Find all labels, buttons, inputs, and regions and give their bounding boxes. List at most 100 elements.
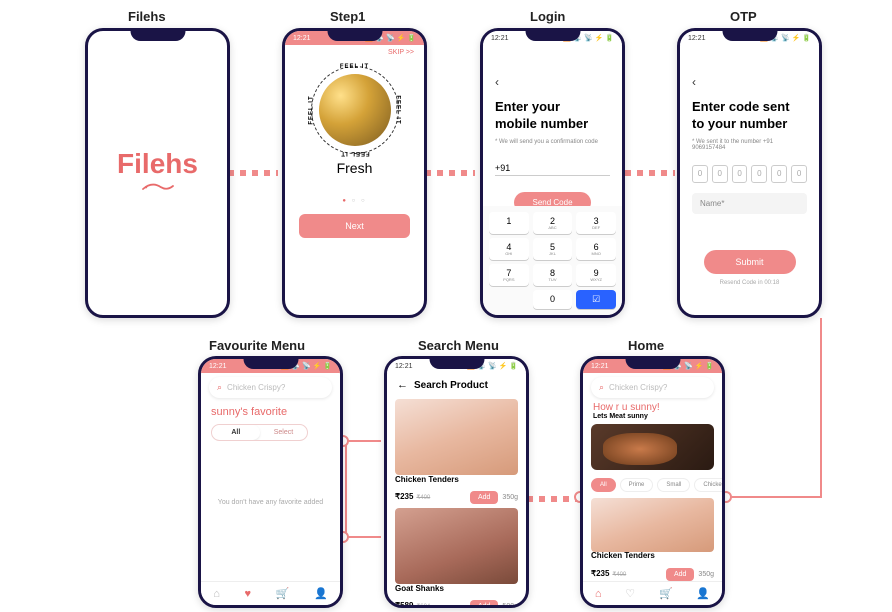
product-name: Chicken Tenders — [591, 552, 714, 561]
sub-greeting: Lets Meat sunny — [583, 413, 722, 420]
empty-state-text: You don't have any favorite added — [201, 499, 340, 506]
phone-input[interactable]: +91 — [495, 157, 610, 176]
back-icon[interactable]: ‹ — [495, 75, 610, 89]
connector — [625, 170, 675, 176]
search-title: Search Product — [414, 380, 488, 391]
login-hint: * We will send you a confirmation code — [495, 139, 610, 145]
screen-filehs: Filehs — [85, 28, 230, 318]
key-5[interactable]: 5JKL — [533, 238, 573, 260]
screen-search-menu: 12:21📶 📡 📡 ⚡ 🔋 ← Search Product Chicken … — [384, 356, 529, 608]
connector — [527, 496, 577, 502]
chip-all[interactable]: All — [591, 478, 616, 492]
tab-select[interactable]: Select — [260, 425, 308, 440]
key-4[interactable]: 4GHI — [489, 238, 529, 260]
brand-swirl-icon — [140, 180, 176, 198]
product-card[interactable]: Goat Shanks ₹589₹694 Add500g — [395, 508, 518, 608]
key-1[interactable]: 1 — [489, 212, 529, 234]
login-title: Enter yourmobile number — [495, 99, 610, 133]
fav-tabs: All Select — [211, 424, 308, 441]
key-7[interactable]: 7PQRS — [489, 264, 529, 286]
otp-title: Enter code sentto your number — [692, 99, 807, 133]
greeting-text: How r u sunny! — [583, 402, 722, 413]
product-name: Chicken Tenders — [395, 475, 518, 484]
page-indicator: ● ○ ○ — [285, 198, 424, 204]
key-0[interactable]: 0 — [533, 290, 573, 309]
key-3[interactable]: 3DEF — [576, 212, 616, 234]
add-button[interactable]: Add — [470, 600, 498, 608]
phone-notch — [243, 359, 298, 369]
key-2[interactable]: 2ABC — [533, 212, 573, 234]
label-login: Login — [530, 9, 565, 24]
add-button[interactable]: Add — [666, 568, 694, 581]
screen-favourite: 12:21📶 📡 📡 ⚡ 🔋 ⌕Chicken Crispy? sunny's … — [198, 356, 343, 608]
screen-otp: 12:21📶 📡 📡 ⚡ 🔋 ‹ Enter code sentto your … — [677, 28, 822, 318]
product-image — [395, 508, 518, 584]
next-button[interactable]: Next — [299, 214, 410, 238]
label-fav: Favourite Menu — [209, 338, 305, 353]
phone-notch — [525, 31, 580, 41]
key-done[interactable]: ☑ — [576, 290, 616, 309]
connector — [345, 440, 347, 538]
nav-heart-icon[interactable]: ♡ — [625, 587, 635, 600]
nav-user-icon[interactable]: 👤 — [696, 587, 710, 600]
connector — [345, 536, 381, 538]
connector — [820, 318, 822, 498]
nav-heart-icon[interactable]: ♥ — [245, 588, 252, 600]
product-name: Goat Shanks — [395, 584, 518, 593]
brand-logo-text: Filehs — [117, 148, 198, 180]
tab-all[interactable]: All — [212, 425, 260, 440]
otp-hint: * We sent it to the number +91 906915748… — [692, 139, 807, 151]
onboarding-image: FEEL IT FEEL IT FEEL IT FEEL IT — [311, 66, 399, 154]
screen-step1: 12:21📶 📡 📡 ⚡ 🔋 SKIP >> FEEL IT FEEL IT F… — [282, 28, 427, 318]
category-chips: All Prime Small Chicken — [583, 474, 722, 496]
phone-notch — [327, 31, 382, 41]
back-icon[interactable]: ‹ — [692, 75, 807, 89]
chip-chicken[interactable]: Chicken — [694, 478, 722, 492]
product-image — [395, 399, 518, 475]
resend-text: Resend Code in 00:18 — [692, 280, 807, 286]
search-icon: ⌕ — [599, 382, 604, 393]
label-filehs: Filehs — [128, 9, 166, 24]
onboarding-caption: Fresh — [285, 160, 424, 176]
search-input[interactable]: ⌕Chicken Crispy? — [591, 377, 714, 398]
label-step1: Step1 — [330, 9, 365, 24]
nav-cart-icon[interactable]: 🛒 — [276, 587, 290, 600]
nav-cart-icon[interactable]: 🛒 — [659, 587, 673, 600]
fav-title: sunny's favorite — [201, 402, 340, 424]
nav-user-icon[interactable]: 👤 — [314, 587, 328, 600]
label-otp: OTP — [730, 9, 757, 24]
phone-notch — [722, 31, 777, 41]
nav-home-icon[interactable]: ⌂ — [595, 588, 602, 600]
search-input[interactable]: ⌕Chicken Crispy? — [209, 377, 332, 398]
skip-link[interactable]: SKIP >> — [285, 45, 424, 58]
phone-notch — [130, 31, 185, 41]
screen-home: 12:21📶 📡 📡 ⚡ 🔋 ⌕Chicken Crispy? How r u … — [580, 356, 725, 608]
phone-notch — [429, 359, 484, 369]
chip-prime[interactable]: Prime — [620, 478, 654, 492]
product-image — [591, 498, 714, 552]
connector — [724, 496, 822, 498]
screen-login: 12:21📶 📡 📡 ⚡ 🔋 ‹ Enter yourmobile number… — [480, 28, 625, 318]
add-button[interactable]: Add — [470, 491, 498, 504]
key-9[interactable]: 9WXYZ — [576, 264, 616, 286]
connector — [345, 440, 381, 442]
connector — [425, 170, 475, 176]
product-card[interactable]: Chicken Tenders ₹235₹400 Add350g — [591, 498, 714, 583]
label-search: Search Menu — [418, 338, 499, 353]
product-card[interactable]: Chicken Tenders ₹235₹400 Add350g — [395, 399, 518, 506]
phone-notch — [625, 359, 680, 369]
submit-button[interactable]: Submit — [704, 250, 796, 274]
key-blank — [489, 290, 529, 309]
name-input[interactable]: Name* — [692, 193, 807, 214]
key-6[interactable]: 6MNO — [576, 238, 616, 260]
back-icon[interactable]: ← — [397, 379, 408, 391]
hero-banner[interactable] — [591, 424, 714, 470]
bottom-nav: ⌂ ♡ 🛒 👤 — [583, 581, 722, 605]
nav-home-icon[interactable]: ⌂ — [213, 588, 220, 600]
key-8[interactable]: 8TUV — [533, 264, 573, 286]
connector — [228, 170, 278, 176]
otp-inputs[interactable]: 000000 — [692, 165, 807, 183]
label-home: Home — [628, 338, 664, 353]
search-icon: ⌕ — [217, 382, 222, 393]
chip-small[interactable]: Small — [657, 478, 690, 492]
